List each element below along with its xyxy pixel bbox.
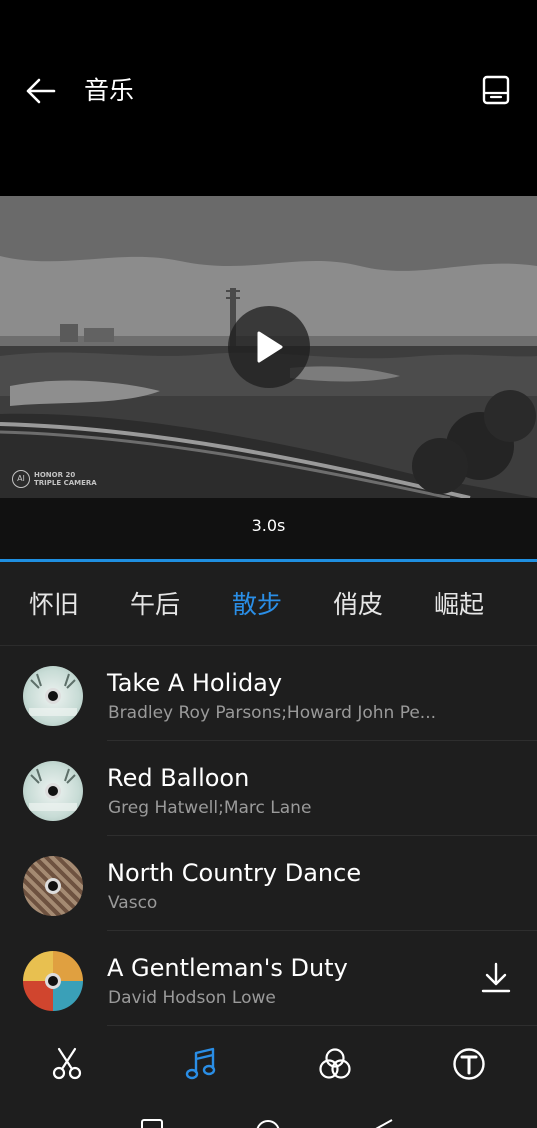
watermark-line2: TRIPLE CAMERA xyxy=(34,479,97,487)
list-item[interactable]: A Gentleman's Duty David Hodson Lowe xyxy=(0,931,537,1026)
tab-nostalgia[interactable]: 怀旧 xyxy=(29,588,79,622)
filter-circles-icon xyxy=(319,1048,351,1079)
recents-icon[interactable] xyxy=(141,1119,163,1128)
system-nav-bar xyxy=(0,1112,537,1128)
duration-label: 3.0s xyxy=(251,516,286,535)
filter-tool-button[interactable] xyxy=(315,1044,355,1084)
save-icon xyxy=(482,75,510,105)
divider xyxy=(107,1025,537,1026)
download-icon xyxy=(481,962,511,993)
list-item[interactable]: Take A Holiday Bradley Roy Parsons;Howar… xyxy=(0,646,537,741)
song-title: A Gentleman's Duty xyxy=(107,954,348,982)
song-artist: Greg Hatwell;Marc Lane xyxy=(108,798,312,818)
song-artist: Vasco xyxy=(108,893,158,913)
tab-walk[interactable]: 散步 xyxy=(232,588,282,622)
back-arrow-icon xyxy=(26,78,56,104)
trim-tool-button[interactable] xyxy=(47,1044,87,1084)
camera-logo-icon: AI xyxy=(12,470,30,488)
tab-afternoon[interactable]: 午后 xyxy=(130,588,180,622)
song-title: Red Balloon xyxy=(107,764,250,792)
save-button[interactable] xyxy=(476,70,516,110)
download-button[interactable] xyxy=(480,961,512,995)
editor-toolbar xyxy=(0,1028,537,1100)
page-title: 音乐 xyxy=(84,76,135,105)
album-cover xyxy=(23,761,83,821)
list-item[interactable]: North Country Dance Vasco xyxy=(0,836,537,931)
tab-rise[interactable]: 崛起 xyxy=(434,588,484,622)
music-tool-button[interactable] xyxy=(181,1044,221,1084)
text-tool-button[interactable] xyxy=(449,1044,489,1084)
duration-bar: 3.0s xyxy=(0,498,537,560)
song-title: North Country Dance xyxy=(107,859,362,887)
song-artist: Bradley Roy Parsons;Howard John Pe... xyxy=(108,703,437,723)
album-cover xyxy=(23,856,83,916)
watermark-line1: HONOR 20 xyxy=(34,471,76,479)
album-cover xyxy=(23,951,83,1011)
scissors-icon xyxy=(52,1047,82,1080)
album-cover xyxy=(23,666,83,726)
nav-back-icon[interactable] xyxy=(374,1119,393,1128)
list-item[interactable]: Red Balloon Greg Hatwell;Marc Lane xyxy=(0,741,537,836)
back-button[interactable] xyxy=(22,72,60,110)
play-button[interactable] xyxy=(228,306,310,388)
song-artist: David Hodson Lowe xyxy=(108,988,276,1008)
watermark: AI HONOR 20 TRIPLE CAMERA xyxy=(12,470,97,488)
text-icon xyxy=(453,1048,485,1080)
app-header: 音乐 xyxy=(0,0,537,196)
category-tabs: 怀旧 午后 散步 俏皮 崛起 xyxy=(0,562,537,646)
play-icon xyxy=(257,331,283,363)
home-icon[interactable] xyxy=(256,1120,280,1128)
music-panel: 怀旧 午后 散步 俏皮 崛起 Take A Holiday Bradley Ro… xyxy=(0,562,537,1128)
tab-playful[interactable]: 俏皮 xyxy=(333,588,383,622)
song-title: Take A Holiday xyxy=(107,669,283,697)
music-note-icon xyxy=(185,1047,216,1080)
